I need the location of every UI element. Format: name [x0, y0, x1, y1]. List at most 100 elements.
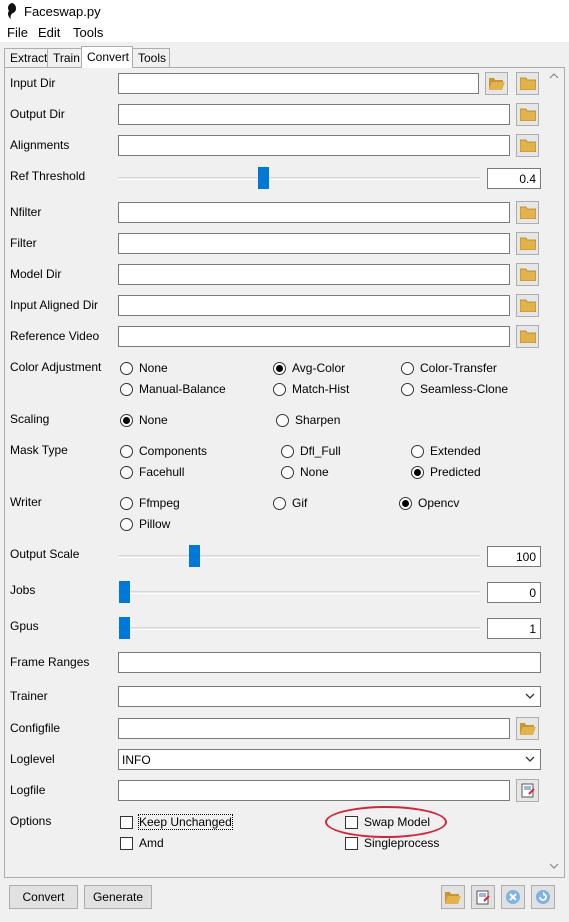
folder-button[interactable]: [516, 232, 539, 255]
save-file-button[interactable]: [516, 779, 539, 802]
radio-label: Sharpen: [295, 413, 341, 427]
folder-button[interactable]: [516, 263, 539, 286]
output-dir-field[interactable]: [118, 104, 510, 125]
loglevel-select[interactable]: INFO: [118, 749, 541, 770]
radio-dot: [120, 465, 133, 479]
filter-field[interactable]: [118, 233, 510, 254]
nfilter-label: Nfilter: [10, 205, 42, 219]
radio-label: Extended: [430, 444, 481, 458]
folder-icon: [519, 77, 536, 90]
folder-icon: [519, 268, 536, 281]
radio-scaling-sharpen[interactable]: Sharpen: [276, 413, 340, 427]
folder-button[interactable]: [516, 294, 539, 317]
clear-button[interactable]: [501, 885, 525, 909]
output-scale-slider-thumb[interactable]: [189, 545, 200, 567]
radio-dot: [401, 361, 414, 375]
configfile-field[interactable]: [118, 718, 510, 739]
frame-ranges-field[interactable]: [118, 652, 541, 673]
tab-extract[interactable]: Extract: [4, 48, 48, 67]
radio-dot: [273, 361, 286, 375]
radio-dot: [120, 382, 133, 396]
checkbox-box: [345, 836, 358, 850]
ref-threshold-slider-thumb[interactable]: [258, 167, 269, 189]
tab-convert[interactable]: Convert: [81, 46, 133, 68]
jobs-slider-thumb[interactable]: [119, 581, 130, 603]
radio-writer-ffmpeg[interactable]: Ffmpeg: [120, 496, 180, 510]
folder-button[interactable]: [485, 72, 508, 95]
checkbox-amd[interactable]: Amd: [120, 836, 164, 850]
model-dir-field[interactable]: [118, 264, 510, 285]
radio-mask-predicted[interactable]: Predicted: [411, 465, 481, 479]
trainer-select[interactable]: [118, 686, 541, 707]
folder-button[interactable]: [516, 325, 539, 348]
gpus-value[interactable]: 1: [487, 618, 541, 639]
checkbox-label: Keep Unchanged: [138, 814, 233, 830]
input-aligned-dir-field[interactable]: [118, 295, 510, 316]
input-dir-label: Input Dir: [10, 76, 56, 90]
radio-label: Opencv: [418, 496, 460, 510]
folder-button[interactable]: [516, 103, 539, 126]
ref-threshold-value[interactable]: 0.4: [487, 168, 541, 189]
gpus-slider[interactable]: [118, 627, 480, 630]
generate-button[interactable]: Generate: [84, 885, 152, 909]
radio-mask-components[interactable]: Components: [120, 444, 207, 458]
checkbox-keep-unchanged[interactable]: Keep Unchanged: [120, 814, 233, 830]
save-file-icon: [521, 783, 535, 798]
folder-open-icon: [488, 78, 505, 90]
nfilter-field[interactable]: [118, 202, 510, 223]
output-scale-slider[interactable]: [118, 555, 480, 558]
radio-color-manual-balance[interactable]: Manual-Balance: [120, 382, 226, 396]
radio-mask-none[interactable]: None: [281, 465, 329, 479]
radio-writer-opencv[interactable]: Opencv: [399, 496, 459, 510]
chevron-down-icon: [525, 693, 535, 699]
tab-tools[interactable]: Tools: [132, 48, 170, 67]
annotation-highlight-circle: [325, 806, 447, 838]
radio-label: Ffmpeg: [139, 496, 180, 510]
output-scale-value[interactable]: 100: [487, 546, 541, 567]
checkbox-singleprocess[interactable]: Singleprocess: [345, 836, 439, 850]
folder-button[interactable]: [516, 201, 539, 224]
convert-button[interactable]: Convert: [9, 885, 78, 909]
vertical-scrollbar[interactable]: [545, 68, 563, 876]
ref-threshold-slider[interactable]: [118, 177, 480, 180]
jobs-value[interactable]: 0: [487, 582, 541, 603]
tab-train[interactable]: Train: [47, 48, 82, 67]
radio-scaling-none[interactable]: None: [120, 413, 168, 427]
radio-dot: [401, 382, 414, 396]
radio-dot: [120, 517, 133, 531]
radio-writer-pillow[interactable]: Pillow: [120, 517, 170, 531]
reset-button[interactable]: [531, 885, 555, 909]
radio-mask-facehull[interactable]: Facehull: [120, 465, 184, 479]
radio-color-none[interactable]: None: [120, 361, 168, 375]
radio-color-avg[interactable]: Avg-Color: [273, 361, 345, 375]
folder-button[interactable]: [516, 134, 539, 157]
scroll-up-arrow-icon[interactable]: [549, 72, 559, 80]
radio-color-match-hist[interactable]: Match-Hist: [273, 382, 349, 396]
radio-label: None: [139, 361, 168, 375]
folder-button[interactable]: [516, 717, 539, 740]
radio-mask-dfl-full[interactable]: Dfl_Full: [281, 444, 341, 458]
save-button[interactable]: [471, 885, 495, 909]
menu-edit[interactable]: Edit: [38, 25, 60, 40]
checkbox-label: Amd: [139, 836, 164, 850]
title-bar: Faceswap.py: [0, 0, 569, 22]
menu-tools[interactable]: Tools: [73, 25, 103, 40]
radio-label: Avg-Color: [292, 361, 346, 375]
radio-dot: [120, 361, 133, 375]
faceswap-logo-icon: [7, 3, 17, 19]
scroll-down-arrow-icon[interactable]: [549, 862, 559, 870]
input-dir-field[interactable]: [118, 73, 479, 94]
reference-video-field[interactable]: [118, 326, 510, 347]
alignments-field[interactable]: [118, 135, 510, 156]
jobs-slider[interactable]: [118, 591, 480, 594]
radio-mask-extended[interactable]: Extended: [411, 444, 481, 458]
menu-file[interactable]: File: [7, 25, 28, 40]
file-button[interactable]: [516, 72, 539, 95]
radio-writer-gif[interactable]: Gif: [273, 496, 307, 510]
radio-color-transfer[interactable]: Color-Transfer: [401, 361, 497, 375]
load-button[interactable]: [441, 885, 465, 909]
folder-icon: [519, 206, 536, 219]
logfile-field[interactable]: [118, 780, 510, 801]
gpus-slider-thumb[interactable]: [119, 617, 130, 639]
radio-color-seamless-clone[interactable]: Seamless-Clone: [401, 382, 508, 396]
